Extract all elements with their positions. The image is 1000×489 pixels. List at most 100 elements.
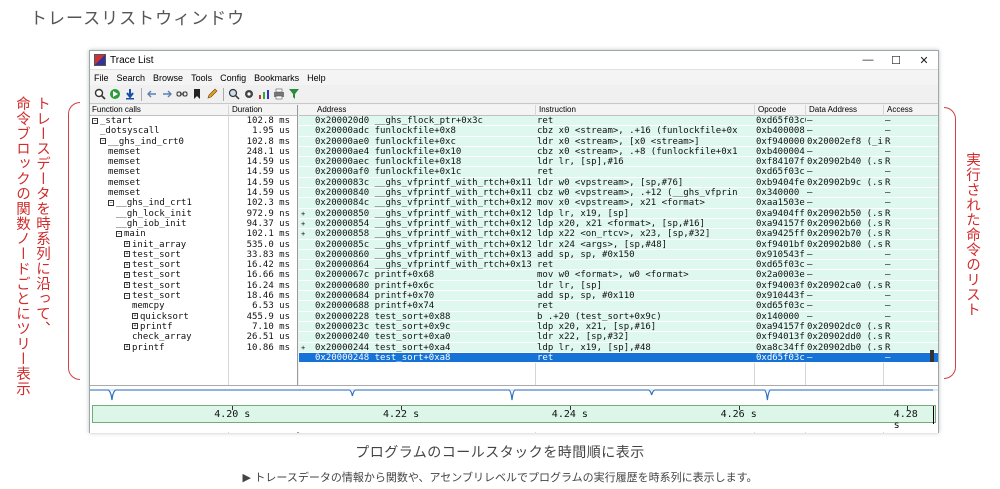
timeline-panel[interactable]: 4.20 s 4.22 s 4.24 s 4.26 s 4.28 s — [90, 385, 938, 432]
expand-icon[interactable]: + — [124, 261, 130, 268]
function-node[interactable]: − main 102.1 ms — [90, 229, 297, 239]
function-node[interactable]: + test_sort 16.66 ms — [90, 270, 297, 280]
trace-row[interactable]: 0x20000228 test_sort+0x88 b .+20 (test_so… — [299, 311, 938, 322]
function-node[interactable]: + quicksort 455.9 us — [90, 312, 297, 322]
expand-icon[interactable]: + — [124, 251, 130, 258]
function-node[interactable]: memset 14.59 us — [90, 157, 297, 167]
close-button[interactable]: ✕ — [910, 51, 938, 70]
trace-row[interactable]: 0x20000680 printf+0x6c ldr lr, [sp] 0xf940… — [299, 280, 938, 292]
function-node[interactable]: check_array 26.51 us — [90, 332, 297, 342]
function-node[interactable]: memset 14.59 us — [90, 167, 297, 177]
chart-icon[interactable] — [257, 88, 270, 101]
menu-browse[interactable]: Browse — [153, 73, 183, 83]
trace-row[interactable]: 0x20000860 __ghs_vfprintf_with_rtch+0x13… — [299, 249, 938, 261]
bookmark-icon[interactable] — [190, 88, 203, 101]
trace-row[interactable]: 0x2000023c test_sort+0x9c ldp x20, x21, [… — [299, 321, 938, 333]
vertical-scrollbar[interactable] — [930, 350, 934, 362]
download-icon[interactable] — [123, 88, 136, 101]
function-node[interactable]: memset 14.59 us — [90, 178, 297, 188]
function-node[interactable]: − _start 102.8 ms — [90, 116, 297, 126]
zoom-icon[interactable] — [227, 88, 240, 101]
function-node[interactable]: memset 14.59 us — [90, 188, 297, 198]
expand-icon[interactable]: + — [124, 241, 130, 248]
function-node[interactable]: + printf 7.10 ms — [90, 322, 297, 332]
function-node[interactable]: + test_sort 16.24 ms — [90, 281, 297, 291]
trace-row[interactable]: +0x20000850 __ghs_vfprintf_with_rtch+0x1… — [299, 208, 938, 219]
trace-row[interactable]: 0x2000083c __ghs_vfprintf_with_rtch+0x11… — [299, 177, 938, 189]
trace-row[interactable]: 0x2000067c printf+0x68 mov w0 <format>, w… — [299, 270, 938, 281]
go-icon[interactable] — [108, 88, 121, 101]
trace-row[interactable]: 0x2000085c __ghs_vfprintf_with_rtch+0x12… — [299, 239, 938, 250]
instruction-header[interactable]: Instruction — [539, 105, 576, 114]
trace-instructions-pane[interactable]: Address Instruction Opcode Data Address … — [299, 105, 938, 433]
expand-icon[interactable]: + — [132, 313, 138, 320]
function-node[interactable]: − __ghs_ind_crt1 102.3 ms — [90, 198, 297, 208]
trace-row[interactable]: 0x20000688 printf+0x74 ret 0xd65f03c – – — [299, 301, 938, 312]
expand-icon[interactable]: + — [124, 271, 130, 278]
function-calls-header[interactable]: Function calls — [92, 105, 141, 114]
expand-icon[interactable]: + — [124, 344, 130, 351]
menu-help[interactable]: Help — [307, 73, 326, 83]
trace-row[interactable]: 0x2000084c __ghs_vfprintf_with_rtch+0x12… — [299, 198, 938, 209]
back-icon[interactable] — [145, 88, 158, 101]
right-annotation: 実行された命令のリスト — [962, 152, 982, 317]
function-node[interactable]: memset 248.1 us — [90, 147, 297, 157]
expand-icon[interactable]: + — [132, 323, 138, 330]
duration-header[interactable]: Duration — [232, 105, 262, 114]
trace-access: – — [885, 116, 891, 126]
trace-row[interactable]: 0x20000ae4 funlockfile+0x10 cbz x0 <strea… — [299, 146, 938, 158]
menu-search[interactable]: Search — [117, 73, 146, 83]
edit-icon[interactable] — [205, 88, 218, 101]
opcode-header[interactable]: Opcode — [758, 105, 786, 114]
function-calls-pane[interactable]: Function calls Duration − _start 102.8 ms _… — [90, 105, 298, 433]
print-icon[interactable] — [272, 88, 285, 101]
function-node[interactable]: + printf 10.86 ms — [90, 343, 297, 353]
function-node[interactable]: __gh_iob_init 94.37 us — [90, 219, 297, 229]
title-bar[interactable]: Trace List — ☐ ✕ — [90, 51, 938, 70]
gear-icon[interactable] — [242, 88, 255, 101]
filter-icon[interactable] — [287, 88, 300, 101]
function-node[interactable]: + init_array 535.0 us — [90, 240, 297, 250]
function-node[interactable]: memcpy 6.53 us — [90, 301, 297, 311]
trace-row[interactable]: +0x20000854 __ghs_vfprintf_with_rtch+0x1… — [299, 218, 938, 230]
function-node[interactable]: − test_sort 18.46 ms — [90, 291, 297, 301]
access-header[interactable]: Access — [887, 105, 913, 114]
forward-icon[interactable] — [160, 88, 173, 101]
address-header[interactable]: Address — [317, 105, 346, 114]
trace-opcode: 0xa9404ff — [756, 208, 805, 219]
trace-row[interactable]: 0x200020d0 __ghs_flock_ptr+0x3c ret 0xd65f… — [299, 116, 938, 127]
link-icon[interactable] — [175, 88, 188, 101]
data-address-header[interactable]: Data Address — [809, 105, 857, 114]
time-axis[interactable]: 4.20 s 4.22 s 4.24 s 4.26 s 4.28 s — [92, 405, 936, 431]
expand-icon[interactable]: + — [124, 282, 130, 289]
maximize-button[interactable]: ☐ — [882, 51, 910, 70]
menu-tools[interactable]: Tools — [191, 73, 212, 83]
collapse-icon[interactable]: − — [92, 117, 98, 124]
trace-row[interactable]: +0x20000858 __ghs_vfprintf_with_rtch+0x1… — [299, 229, 938, 240]
function-node[interactable]: __gh_lock_init 972.9 ns — [90, 209, 297, 219]
function-node[interactable]: + test_sort 33.83 ms — [90, 250, 297, 260]
trace-row[interactable]: 0x20000684 printf+0x70 add sp, sp, #0x110… — [299, 291, 938, 302]
search-icon[interactable] — [93, 88, 106, 101]
function-node[interactable]: − __ghs_ind_crt0 102.8 ms — [90, 137, 297, 147]
trace-row[interactable]: 0x20000248 test_sort+0xa8 ret 0xd65f03c – – — [299, 352, 938, 364]
trace-row[interactable]: 0x20000840 __ghs_vfprintf_with_rtch+0x11… — [299, 188, 938, 199]
trace-row[interactable]: 0x20000240 test_sort+0xa0 ldr x22, [sp,#3… — [299, 332, 938, 343]
collapse-icon[interactable]: − — [108, 199, 114, 206]
menu-bookmarks[interactable]: Bookmarks — [254, 73, 299, 83]
trace-row[interactable]: +0x20000244 test_sort+0xa4 ldp lr, x19, [… — [299, 342, 938, 353]
collapse-icon[interactable]: − — [100, 138, 106, 145]
minimize-button[interactable]: — — [854, 51, 882, 70]
trace-row[interactable]: 0x20000864 __ghs_vfprintf_with_rtch+0x13… — [299, 260, 938, 271]
function-node[interactable]: _dotsyscall 1.95 us — [90, 126, 297, 136]
collapse-icon[interactable]: − — [116, 230, 122, 237]
trace-row[interactable]: 0x20000ae0 funlockfile+0xc ldr x0 <stream… — [299, 136, 938, 147]
trace-row[interactable]: 0x20000af0 funlockfile+0x1c ret 0xd65f03c –… — [299, 167, 938, 178]
trace-row[interactable]: 0x20000adc funlockfile+0x8 cbz x0 <stream… — [299, 126, 938, 137]
trace-row[interactable]: 0x20000aec funlockfile+0x18 ldr lr, [sp],… — [299, 157, 938, 168]
collapse-icon[interactable]: − — [124, 292, 130, 299]
time-cursor[interactable] — [933, 406, 935, 424]
menu-file[interactable]: File — [94, 73, 109, 83]
function-node[interactable]: + test_sort 16.42 ms — [90, 260, 297, 270]
menu-config[interactable]: Config — [220, 73, 246, 83]
